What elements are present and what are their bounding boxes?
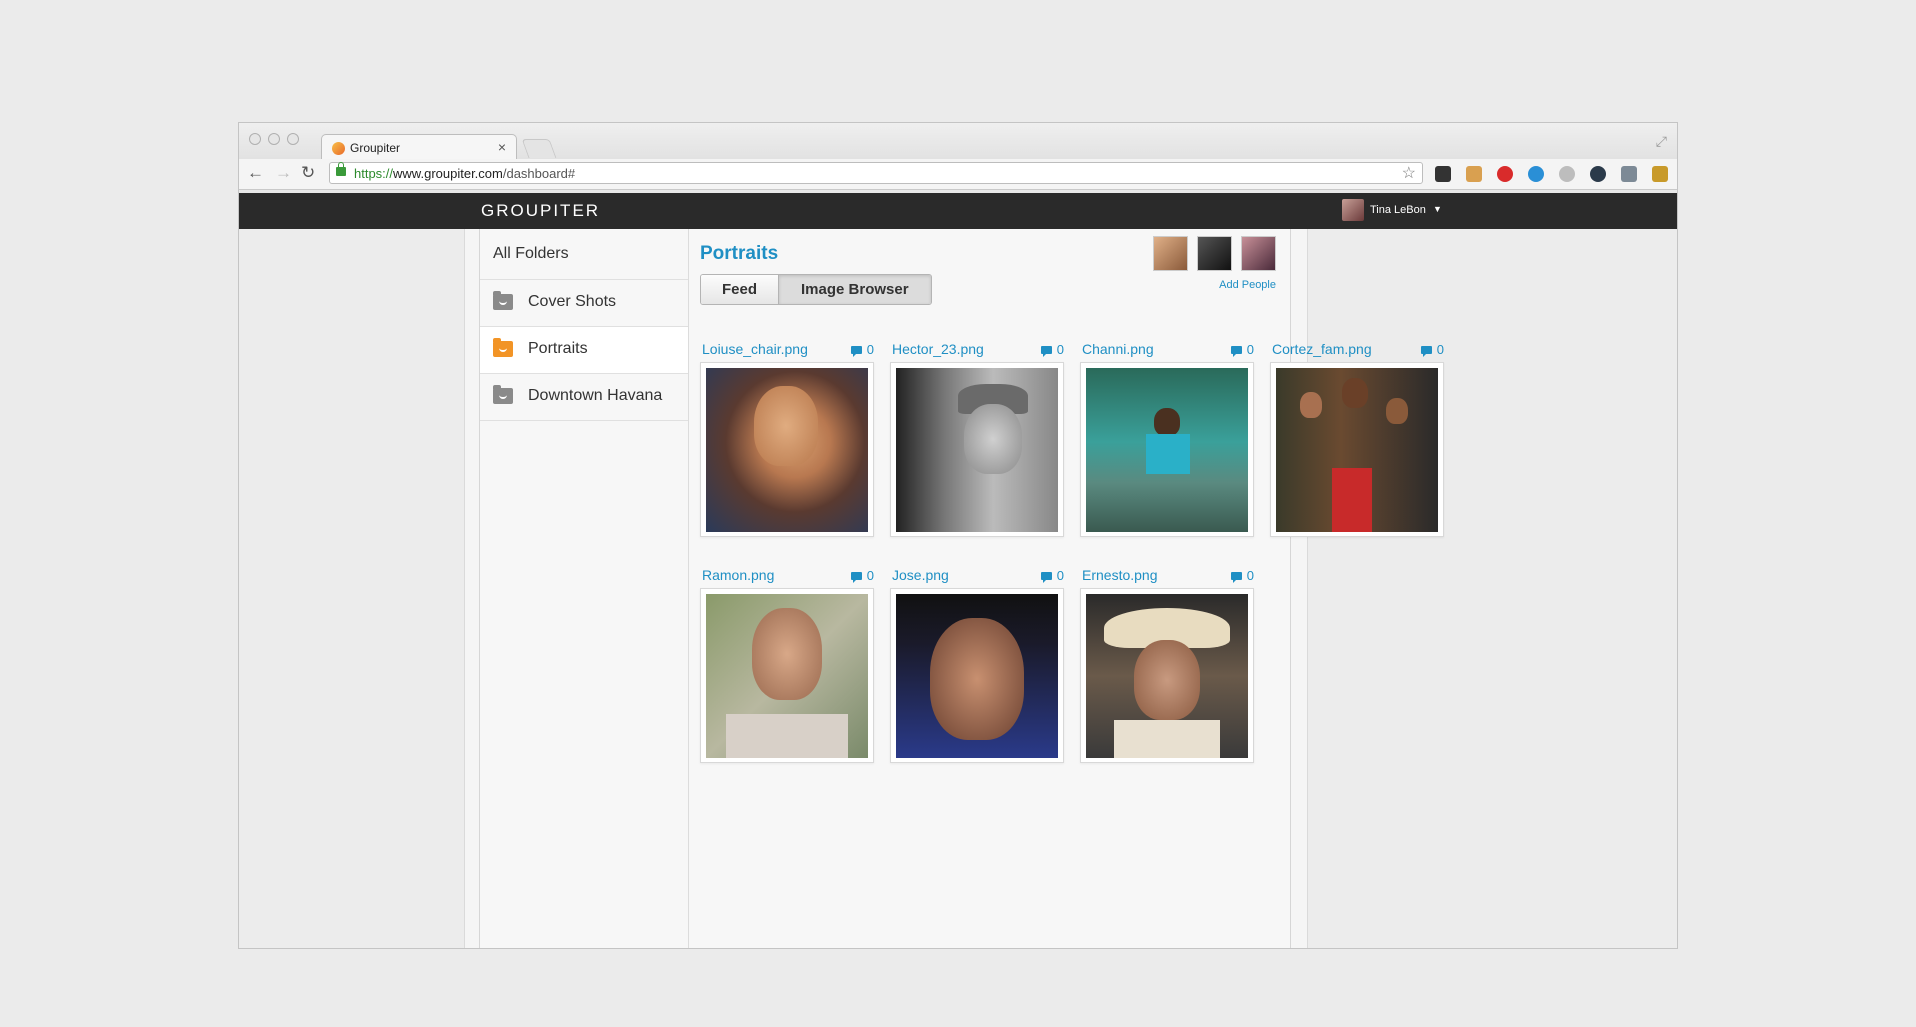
lock-icon <box>336 162 346 176</box>
photo-ramon <box>706 594 868 758</box>
image-thumbnail[interactable] <box>1080 362 1254 537</box>
comment-icon <box>1230 571 1242 583</box>
page-title: Portraits <box>700 243 779 264</box>
sidebar-item-label: Downtown Havana <box>528 387 663 404</box>
sidebar-item-label: Cover Shots <box>528 293 617 310</box>
window-controls <box>249 133 299 145</box>
browser-toolbar: ← → ↻ https://www.groupiter.com/dashboar… <box>239 159 1677 190</box>
extension-close-circle-icon[interactable] <box>1559 166 1575 182</box>
image-filename[interactable]: Ernesto.png <box>1082 567 1158 583</box>
folder-sidebar: All Folders Cover Shots Portraits Downto… <box>480 229 689 948</box>
avatar[interactable] <box>1197 236 1232 271</box>
url-text: https://www.groupiter.com/dashboard# <box>354 166 576 181</box>
groupiter-favicon-icon <box>332 142 345 155</box>
comment-count[interactable]: 0 <box>850 568 874 583</box>
all-folders-link[interactable]: All Folders <box>480 229 688 280</box>
sidebar-item-cover-shots[interactable]: Cover Shots <box>480 280 688 327</box>
photo-channi <box>1086 368 1248 532</box>
comment-icon <box>850 571 862 583</box>
browser-tab[interactable]: Groupiter × <box>321 134 517 160</box>
extension-color-picker-icon[interactable] <box>1590 166 1606 182</box>
caret-down-icon[interactable]: ▼ <box>1433 204 1442 214</box>
app-header: GROUPITER Tina LeBon ▼ <box>239 193 1677 229</box>
tab-close-icon[interactable]: × <box>498 139 506 155</box>
tab-feed[interactable]: Feed <box>701 275 780 304</box>
comment-icon <box>850 345 862 357</box>
comment-count[interactable]: 0 <box>850 342 874 357</box>
address-bar[interactable]: https://www.groupiter.com/dashboard# ☆ <box>329 162 1423 184</box>
extension-adblock-icon[interactable] <box>1497 166 1513 182</box>
comment-count[interactable]: 0 <box>1230 342 1254 357</box>
comment-count[interactable]: 0 <box>1420 342 1444 357</box>
extension-eyedropper-icon[interactable] <box>1621 166 1637 182</box>
comment-icon <box>1230 345 1242 357</box>
avatar[interactable] <box>1241 236 1276 271</box>
image-filename[interactable]: Channi.png <box>1082 341 1154 357</box>
tab-title: Groupiter <box>350 141 401 155</box>
photo-loiuse-chair <box>706 368 868 532</box>
image-filename[interactable]: Ramon.png <box>702 567 774 583</box>
comment-icon <box>1040 345 1052 357</box>
minimize-window-button[interactable] <box>268 133 280 145</box>
people-avatars <box>1153 236 1276 271</box>
reload-icon[interactable]: ↻ <box>301 163 315 183</box>
groupiter-logo[interactable]: GROUPITER <box>481 201 600 221</box>
sidebar-item-portraits[interactable]: Portraits <box>480 327 688 374</box>
photo-ernesto <box>1086 594 1248 758</box>
image-thumbnail[interactable] <box>890 362 1064 537</box>
image-filename[interactable]: Jose.png <box>892 567 949 583</box>
image-filename[interactable]: Cortez_fam.png <box>1272 341 1372 357</box>
comment-count[interactable]: 0 <box>1040 342 1064 357</box>
image-filename[interactable]: Hector_23.png <box>892 341 984 357</box>
photo-cortez-fam <box>1276 368 1438 532</box>
user-avatar[interactable] <box>1342 199 1364 221</box>
extension-tool-icon[interactable] <box>1466 166 1482 182</box>
back-arrow-icon[interactable]: ← <box>247 163 264 183</box>
close-window-button[interactable] <box>249 133 261 145</box>
browser-window: Groupiter × ⤢ ← → ↻ https://www.groupite… <box>238 122 1678 949</box>
sidebar-item-downtown-havana[interactable]: Downtown Havana <box>480 374 688 421</box>
tab-image-browser[interactable]: Image Browser <box>779 275 931 304</box>
photo-jose <box>896 594 1058 758</box>
bookmark-star-icon[interactable]: ☆ <box>1402 163 1416 183</box>
view-toggle: Feed Image Browser <box>700 274 932 305</box>
browser-titlebar: Groupiter × ⤢ <box>239 123 1677 160</box>
image-thumbnail[interactable] <box>700 588 874 763</box>
folder-icon <box>493 385 513 404</box>
new-tab-button[interactable] <box>521 139 557 158</box>
zoom-window-button[interactable] <box>287 133 299 145</box>
image-thumbnail[interactable] <box>700 362 874 537</box>
add-people-link[interactable]: Add People <box>1219 279 1276 291</box>
folder-icon <box>493 338 513 357</box>
comment-icon <box>1420 345 1432 357</box>
sidebar-item-label: Portraits <box>528 340 588 357</box>
content-panel: All Folders Cover Shots Portraits Downto… <box>479 229 1444 948</box>
photo-hector-23 <box>896 368 1058 532</box>
image-thumbnail[interactable] <box>1270 362 1444 537</box>
avatar[interactable] <box>1153 236 1188 271</box>
comment-count[interactable]: 0 <box>1230 568 1254 583</box>
extension-asterisk-icon[interactable] <box>1435 166 1451 182</box>
fullscreen-icon[interactable]: ⤢ <box>1656 133 1667 150</box>
extension-menu-icon[interactable] <box>1652 166 1668 182</box>
user-menu-name[interactable]: Tina LeBon <box>1370 204 1426 216</box>
forward-arrow-icon[interactable]: → <box>275 163 292 183</box>
comment-icon <box>1040 571 1052 583</box>
folder-main: Portraits Feed Image Browser Add People … <box>700 229 1444 948</box>
image-thumbnail[interactable] <box>1080 588 1254 763</box>
comment-count[interactable]: 0 <box>1040 568 1064 583</box>
extension-moon-icon[interactable] <box>1528 166 1544 182</box>
folder-icon <box>493 291 513 310</box>
page-body: All Folders Cover Shots Portraits Downto… <box>239 229 1677 948</box>
image-filename[interactable]: Loiuse_chair.png <box>702 341 808 357</box>
image-thumbnail[interactable] <box>890 588 1064 763</box>
